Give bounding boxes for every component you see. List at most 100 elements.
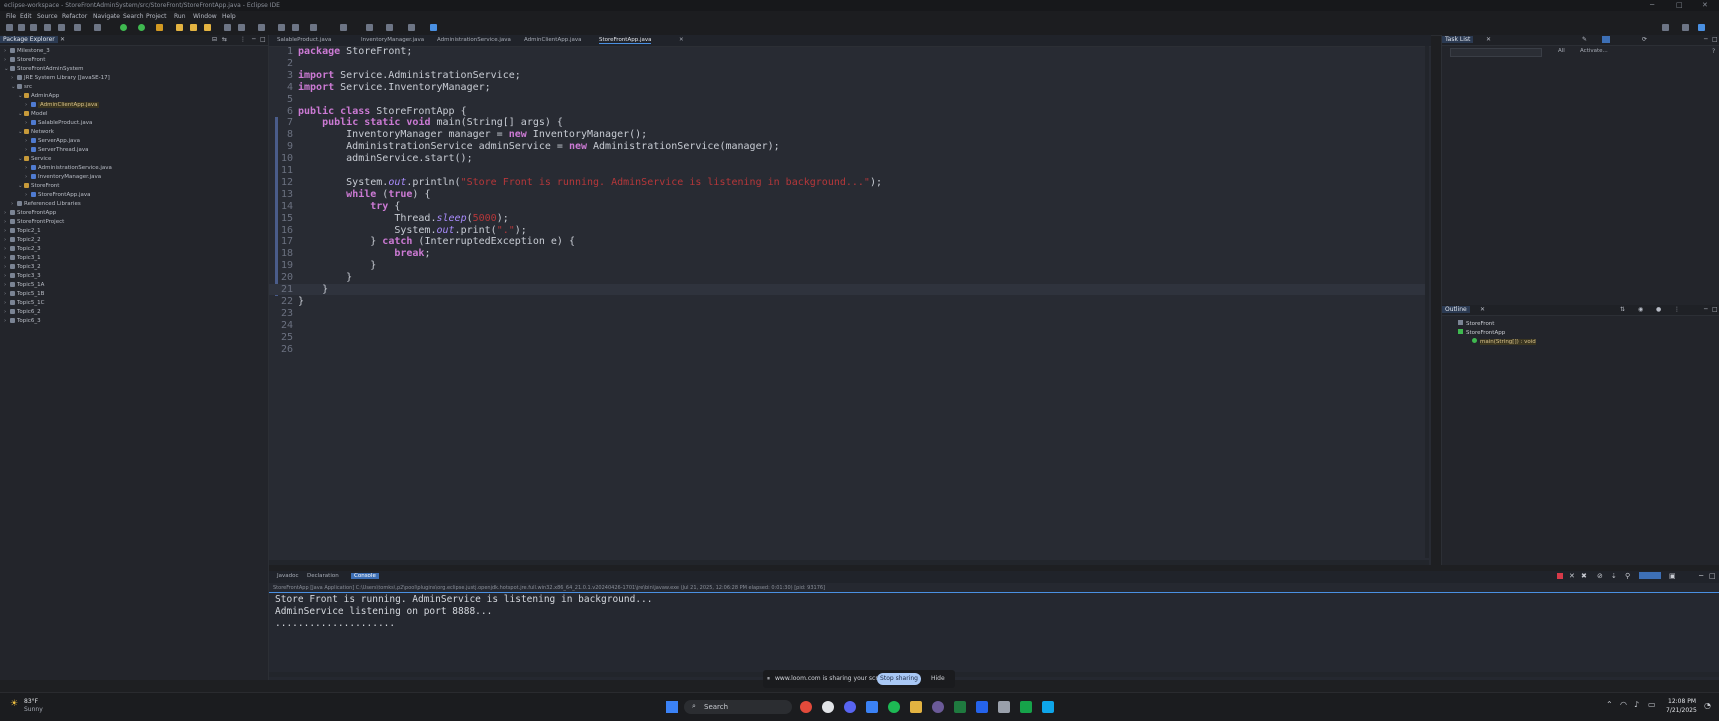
menu-item[interactable]: Refactor [62, 13, 87, 20]
view-menu-icon[interactable]: ⋮ [240, 36, 246, 43]
last-edit-icon[interactable] [366, 24, 373, 31]
tree-item[interactable]: › Topic3_2 [4, 263, 41, 271]
new-task-icon[interactable]: ✎ [1582, 36, 1587, 43]
app-icon[interactable] [1020, 701, 1032, 713]
editor-tab[interactable]: StoreFrontApp.java [599, 37, 652, 44]
vertical-scrollbar[interactable] [1425, 46, 1429, 558]
snipping-tool-icon[interactable] [998, 701, 1010, 713]
java-perspective-icon[interactable] [1698, 24, 1705, 31]
open-console-icon[interactable]: ▣ [1669, 572, 1676, 580]
nav-back-icon[interactable] [386, 24, 393, 31]
tree-item[interactable]: ⌄ Model [18, 110, 48, 118]
code-line[interactable]: public static void main(String[] args) { [298, 117, 563, 128]
remove-launch-icon[interactable]: ✕ [1569, 572, 1575, 580]
menu-item[interactable]: Search [123, 13, 144, 20]
tab-task-list[interactable]: Task List [1442, 36, 1474, 43]
minimize-view-icon[interactable]: ─ [1699, 572, 1703, 580]
code-line[interactable]: package StoreFront; [298, 46, 412, 57]
battery-icon[interactable]: ▭ [1648, 700, 1656, 709]
save-all-icon[interactable] [30, 24, 37, 31]
filter-icon[interactable] [1602, 36, 1610, 43]
console-tab[interactable]: Javadoc [277, 573, 299, 579]
tree-item[interactable]: ⌄ StoreFront [18, 182, 59, 190]
loom-icon[interactable] [822, 701, 834, 713]
tab-package-explorer[interactable]: Package Explorer [0, 36, 58, 43]
maximize-view-icon[interactable]: □ [1712, 306, 1718, 313]
tree-item[interactable]: › Topic5_1C [4, 299, 44, 307]
menu-item[interactable]: Help [222, 13, 236, 20]
code-line[interactable]: System.out.println("Store Front is runni… [298, 177, 882, 188]
console-output[interactable]: Store Front is running. AdminService is … [275, 594, 653, 630]
editor-tab[interactable]: InventoryManager.java [361, 37, 424, 43]
run-icon[interactable] [120, 24, 127, 31]
code-line[interactable]: try { [298, 201, 400, 212]
minimize-view-icon[interactable]: ─ [252, 36, 256, 43]
windows-start-icon[interactable] [666, 701, 678, 713]
sync-icon[interactable]: ⟳ [1642, 36, 1647, 43]
save-icon[interactable] [18, 24, 25, 31]
file-explorer-icon[interactable] [910, 701, 922, 713]
outline-item[interactable]: main(String[]) : void [1472, 338, 1536, 345]
close-tab-icon[interactable]: ✕ [679, 37, 684, 43]
display-console-icon[interactable] [1639, 572, 1661, 579]
pin-console-icon[interactable]: ⚲ [1625, 572, 1630, 580]
spotify-icon[interactable] [888, 701, 900, 713]
taskbar-search[interactable]: ⌕ Search [684, 700, 792, 714]
terminate-icon[interactable] [1557, 573, 1563, 579]
remove-all-icon[interactable]: ✖ [1581, 572, 1587, 580]
maximize-view-icon[interactable]: □ [1709, 572, 1716, 580]
menu-item[interactable]: Run [174, 13, 186, 20]
stop-sharing-button[interactable]: Stop sharing [877, 673, 921, 685]
tree-item[interactable]: › Topic6_2 [4, 308, 41, 316]
tree-item[interactable]: › Topic2_1 [4, 227, 41, 235]
excel-icon[interactable] [954, 701, 966, 713]
editor-tab[interactable]: SalableProduct.java [277, 37, 331, 43]
tree-item[interactable]: › Topic6_3 [4, 317, 41, 325]
nav-forward-icon[interactable] [408, 24, 415, 31]
word-icon[interactable] [976, 701, 988, 713]
menu-item[interactable]: Source [37, 13, 58, 20]
notification-icon[interactable]: ◔ [1704, 701, 1711, 710]
tree-item[interactable]: › Topic3_3 [4, 272, 41, 280]
annotation-next-icon[interactable] [258, 24, 265, 31]
open-type-icon[interactable] [224, 24, 231, 31]
navigate-icon[interactable] [340, 24, 347, 31]
new-package-icon[interactable] [190, 24, 197, 31]
code-line[interactable]: } catch (InterruptedException e) { [298, 236, 575, 247]
maximize-view-icon[interactable]: □ [1712, 36, 1718, 43]
editor-tab[interactable]: AdminClientApp.java [524, 37, 581, 43]
tree-item[interactable]: › StoreFrontProject [4, 218, 64, 226]
task-activate-link[interactable]: Activate... [1580, 48, 1608, 54]
link-editor-icon[interactable]: ⇆ [222, 36, 227, 43]
tree-item[interactable]: › ServerThread.java [25, 146, 89, 154]
build-icon[interactable] [58, 24, 65, 31]
sort-icon[interactable]: ⇅ [1620, 306, 1625, 313]
forward-icon[interactable] [292, 24, 299, 31]
close-tab-icon[interactable]: ✕ [60, 36, 65, 43]
menu-item[interactable]: Project [146, 13, 167, 20]
weather-desc[interactable]: Sunny [24, 706, 43, 713]
hide-static-icon[interactable]: ● [1656, 306, 1661, 313]
tree-item[interactable]: › InventoryManager.java [25, 173, 101, 181]
tree-item[interactable]: › ServerApp.java [25, 137, 80, 145]
discord-icon[interactable] [844, 701, 856, 713]
skip-breakpoints-icon[interactable] [74, 24, 81, 31]
tree-item[interactable]: › Topic2_2 [4, 236, 41, 244]
console-tab[interactable]: Console [351, 573, 379, 579]
tree-item[interactable]: ⌄ src [11, 83, 32, 91]
speaker-icon[interactable]: ♪ [1634, 700, 1639, 709]
hide-button[interactable]: Hide [931, 675, 945, 682]
pin-editor-icon[interactable] [310, 24, 317, 31]
menu-item[interactable]: File [6, 13, 16, 20]
tab-outline[interactable]: Outline [1442, 306, 1470, 313]
menu-item[interactable]: Edit [20, 13, 32, 20]
tree-item[interactable]: ⌄ AdminApp [18, 92, 59, 100]
tree-item[interactable]: › StoreFrontApp [4, 209, 56, 217]
code-line[interactable]: } [298, 284, 328, 295]
tree-item[interactable]: ⌄ Service [18, 155, 51, 163]
code-line[interactable]: adminService.start(); [298, 153, 472, 164]
coverage-icon[interactable] [138, 24, 145, 31]
clock-date[interactable]: 7/21/2025 [1666, 707, 1697, 714]
menu-item[interactable]: Navigate [93, 13, 120, 20]
tray-chevron-icon[interactable]: ⌃ [1606, 700, 1613, 709]
